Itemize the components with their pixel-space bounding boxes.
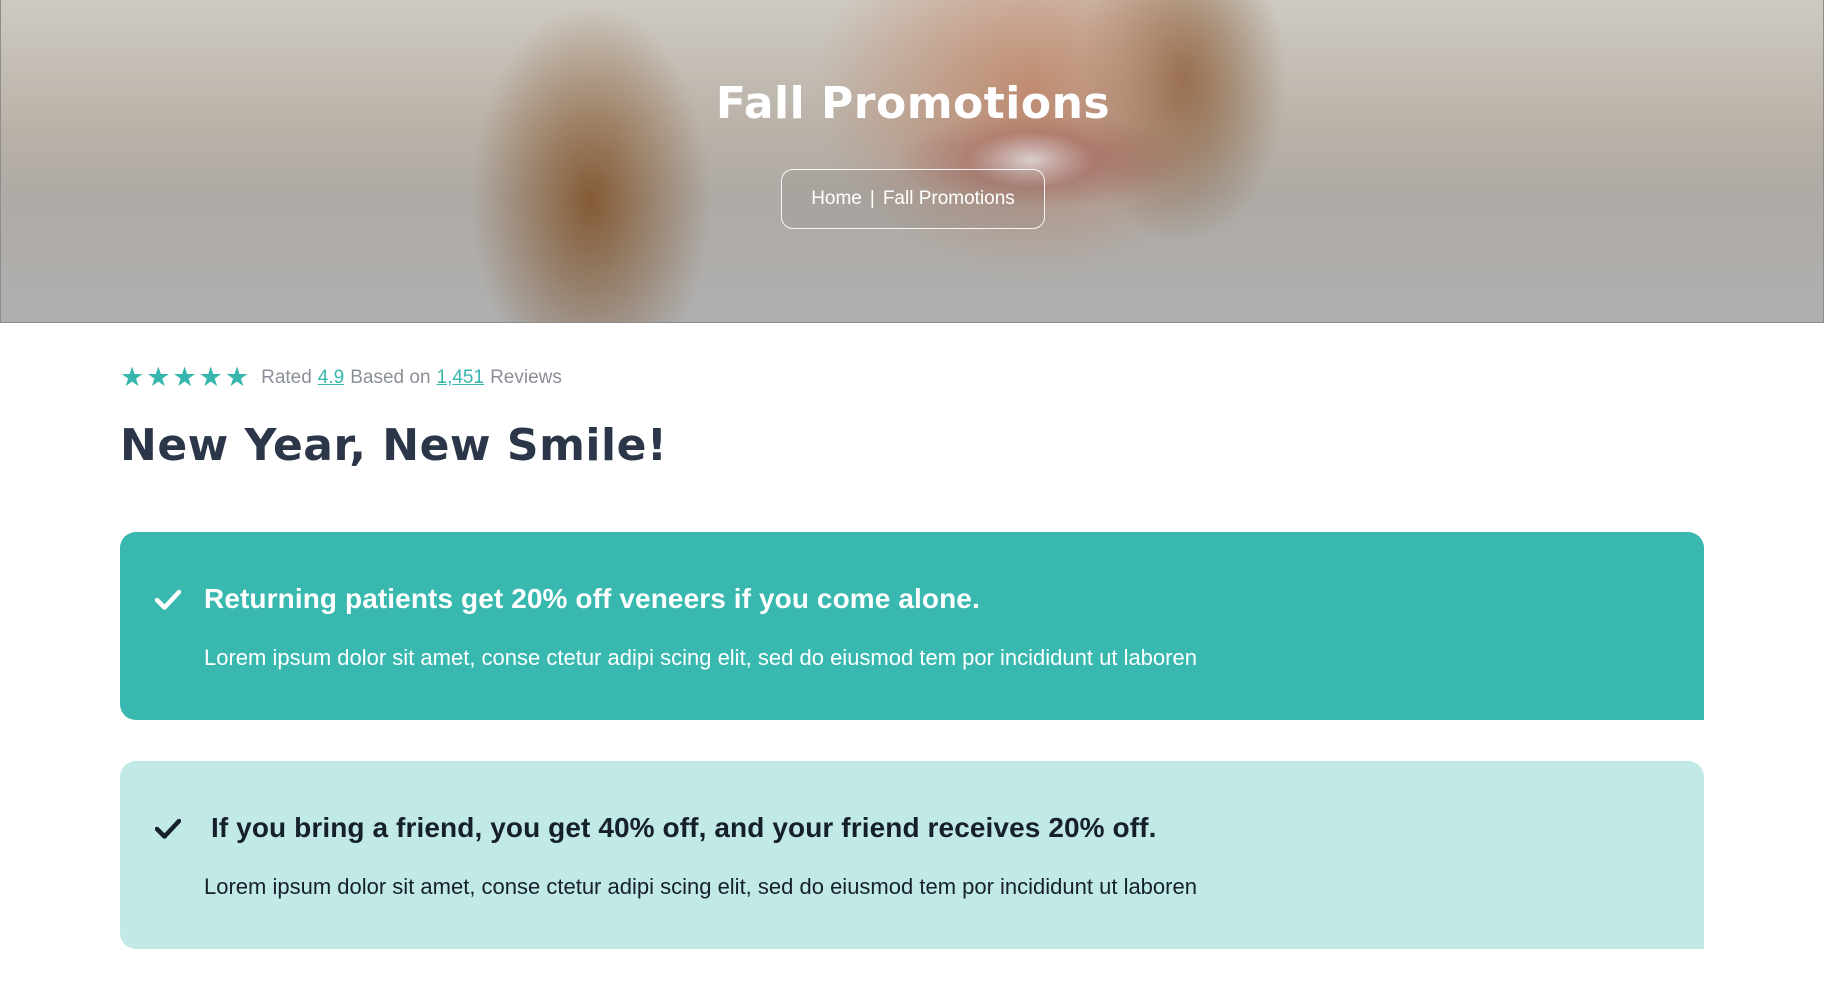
promotion-headline: Returning patients get 20% off veneers i… bbox=[204, 583, 980, 614]
review-count-link[interactable]: 1,451 bbox=[437, 367, 485, 389]
promotion-card-friend: If you bring a friend, you get 40% off, … bbox=[120, 761, 1704, 949]
breadcrumb-separator: | bbox=[869, 188, 875, 209]
star-rating: ★ ★ ★ ★ ★ bbox=[120, 364, 249, 391]
star-icon: ★ bbox=[198, 362, 223, 392]
rating-middle-text: Based on bbox=[350, 366, 431, 388]
check-icon bbox=[154, 586, 182, 614]
promotion-description: Lorem ipsum dolor sit amet, conse ctetur… bbox=[204, 874, 1197, 899]
check-icon bbox=[154, 815, 182, 843]
breadcrumb-current: Fall Promotions bbox=[882, 188, 1015, 209]
rating-summary: ★ ★ ★ ★ ★ Rated 4.9 Based on 1,451 Revie… bbox=[120, 364, 562, 391]
rating-suffix: Reviews bbox=[490, 366, 562, 388]
star-icon: ★ bbox=[146, 362, 171, 392]
promotion-card-returning: Returning patients get 20% off veneers i… bbox=[120, 532, 1704, 720]
hero-banner: Fall Promotions Home | Fall Promotions bbox=[0, 0, 1824, 323]
rating-prefix: Rated bbox=[261, 366, 312, 388]
promotion-headline: If you bring a friend, you get 40% off, … bbox=[211, 812, 1157, 843]
star-icon: ★ bbox=[224, 362, 250, 392]
hero-title: Fall Promotions bbox=[715, 78, 1111, 129]
star-icon: ★ bbox=[172, 362, 197, 392]
breadcrumb-home-link[interactable]: Home bbox=[811, 188, 862, 210]
rating-score-link[interactable]: 4.9 bbox=[318, 367, 344, 389]
promotion-description: Lorem ipsum dolor sit amet, conse ctetur… bbox=[204, 645, 1197, 670]
breadcrumb: Home | Fall Promotions bbox=[781, 169, 1045, 229]
star-icon: ★ bbox=[120, 362, 145, 392]
page-title: New Year, New Smile! bbox=[120, 420, 668, 471]
